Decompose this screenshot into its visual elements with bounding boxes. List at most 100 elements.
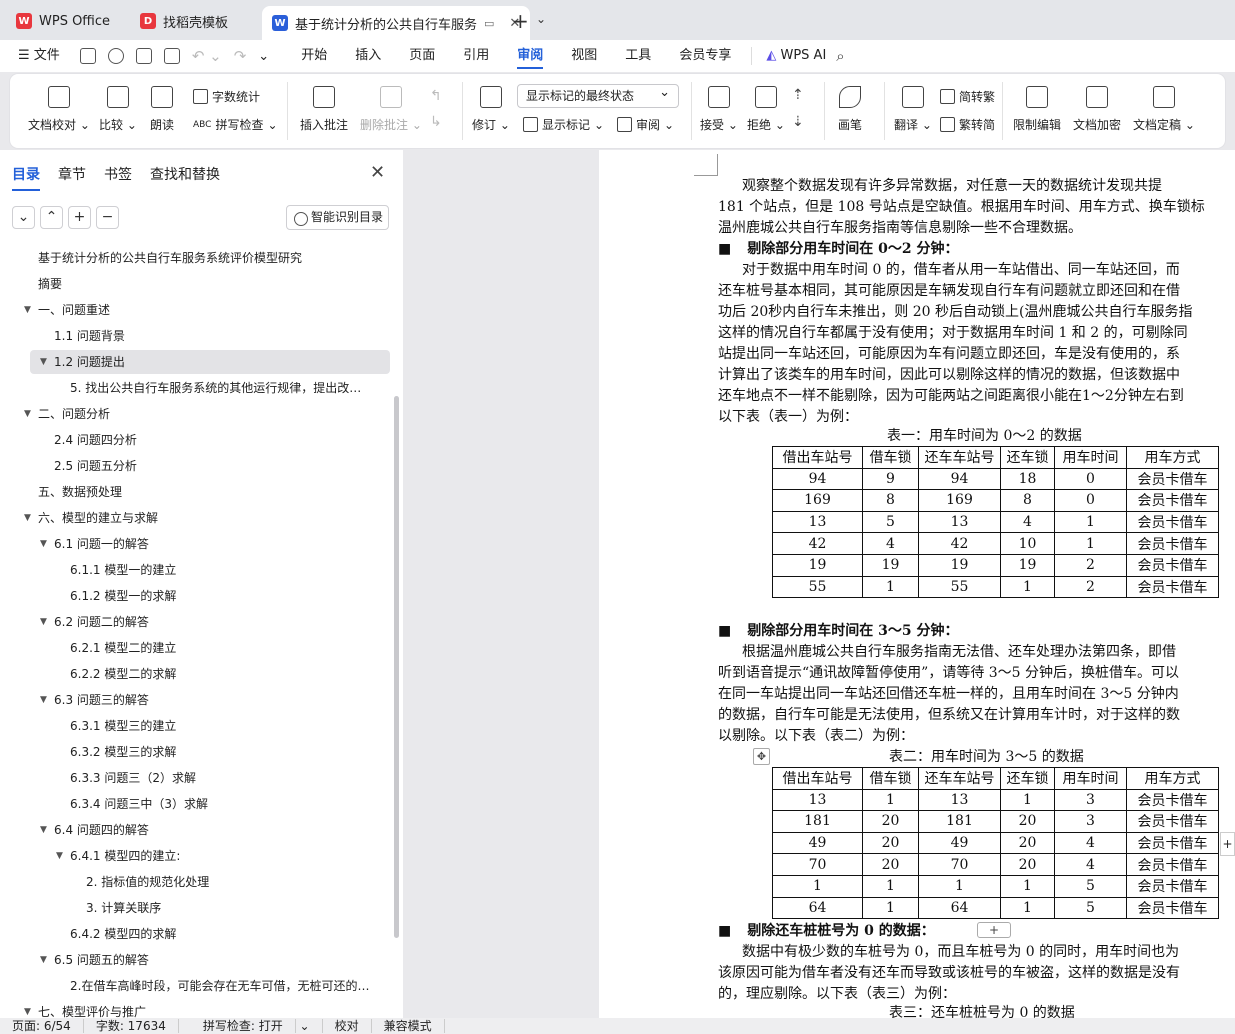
insert-comment-button[interactable]: 插入批注 [300,86,348,133]
toc-item[interactable]: 五、数据预处理 [0,480,390,504]
to-simplified-button[interactable]: 繁转简 [940,116,995,133]
expand-toggle-icon[interactable]: ▼ [40,818,47,842]
print-icon[interactable] [135,48,152,64]
tab-list-chevron-icon[interactable]: ⌄ [536,12,546,26]
read-aloud-button[interactable]: 朗读 [150,86,174,133]
smart-toc-button[interactable]: 智能识别目录 [286,205,389,230]
undo-icon[interactable]: ↶ ⌄ [192,47,222,65]
expand-all-icon[interactable]: ⌄ [12,206,35,229]
expand-toggle-icon[interactable]: ▼ [40,610,47,634]
toc-scrollbar[interactable] [394,396,399,938]
proof-status[interactable]: 校对 [323,1019,372,1033]
add-column-button[interactable]: + [1220,832,1235,856]
menu-references[interactable]: 引用 [449,40,503,72]
side-tab-bookmarks[interactable]: 书签 [104,164,132,191]
tab-wps-office[interactable]: W WPS Office [6,6,120,36]
toc-item[interactable]: 6.1.2 模型一的求解 [0,584,390,608]
toc-item[interactable]: 5. 找出公共自行车服务系统的其他运行规律，提出改进建议。 [0,376,390,400]
side-tab-chapters[interactable]: 章节 [58,164,86,191]
expand-toggle-icon[interactable]: ▼ [40,948,47,972]
toc-item[interactable]: 一、问题重述 [0,298,390,322]
toc-item[interactable]: 3. 计算关联序 [0,896,390,920]
prev-comment-icon[interactable]: ↰ [430,88,442,104]
translate-button[interactable]: 翻译 ⌄ [894,86,932,133]
to-traditional-button[interactable]: 简转繁 [940,88,995,105]
toc-item[interactable]: 6.3.2 模型三的求解 [0,740,390,764]
prev-change-icon[interactable]: ⇡ [792,87,804,103]
file-menu[interactable]: ☰ 文件 [0,40,74,72]
toc-item[interactable]: 6.3.4 问题三中（3）求解 [0,792,390,816]
expand-toggle-icon[interactable]: ▼ [40,532,47,556]
save-icon[interactable] [79,48,96,64]
review-pane-button[interactable]: 审阅 ⌄ [617,116,674,133]
add-heading-icon[interactable]: + [68,206,91,229]
toc-item[interactable]: 6.5 问题五的解答 [0,948,390,972]
expand-toggle-icon[interactable]: ▼ [40,688,47,712]
remove-heading-icon[interactable]: − [96,206,119,229]
next-change-icon[interactable]: ⇣ [792,114,804,130]
toc-item[interactable]: 六、模型的建立与求解 [0,506,390,530]
toc-item[interactable]: 6.3 问题三的解答 [0,688,390,712]
toc-item[interactable]: 二、问题分析 [0,402,390,426]
toc-item[interactable]: 6.1 问题一的解答 [0,532,390,556]
toc-item[interactable]: 6.3.1 模型三的建立 [0,714,390,738]
toc-item[interactable]: 基于统计分析的公共自行车服务系统评价模型研究 [0,246,390,270]
toc-item[interactable]: 2.4 问题四分析 [0,428,390,452]
more-chevron-icon[interactable]: ⌄ [258,49,269,64]
redo-icon[interactable]: ↷ [234,47,247,65]
expand-toggle-icon[interactable]: ▼ [24,298,31,322]
menu-tools[interactable]: 工具 [611,40,665,72]
page-indicator[interactable]: 页面: 6/54 [0,1019,84,1033]
toc-item[interactable]: 2.在借车高峰时段，可能会存在无车可借，无桩可还的情况。 [0,974,390,998]
spell-check-button[interactable]: ABC 拼写检查 ⌄ [193,116,278,133]
menu-start[interactable]: 开始 [287,40,341,72]
add-row-button[interactable]: + [977,922,1011,938]
table-move-handle-icon[interactable]: ✥ [753,748,770,765]
toc-item[interactable]: 6.4 问题四的解答 [0,818,390,842]
collapse-all-icon[interactable]: ⌃ [40,206,63,229]
menu-insert[interactable]: 插入 [341,40,395,72]
menu-review[interactable]: 审阅 [503,40,557,72]
toc-item[interactable]: 2.5 问题五分析 [0,454,390,478]
doc-finalize-button[interactable]: 文档定稿 ⌄ [1133,86,1195,133]
pen-button[interactable]: 画笔 [838,86,862,133]
expand-toggle-icon[interactable]: ▼ [24,402,31,426]
toc-item[interactable]: 2. 指标值的规范化处理 [0,870,390,894]
toc-item[interactable]: 摘要 [0,272,390,296]
toc-item[interactable]: 6.1.1 模型一的建立 [0,558,390,582]
next-comment-icon[interactable]: ↳ [430,114,442,130]
tab-current-document[interactable]: W 基于统计分析的公共自行车服务 ▭ ✕ [262,6,531,40]
toc-item[interactable]: 6.2 问题二的解答 [0,610,390,634]
toc-item[interactable]: 6.4.2 模型四的求解 [0,922,390,946]
link-icon[interactable] [107,48,124,64]
side-tab-find-replace[interactable]: 查找和替换 [150,164,220,191]
accept-button[interactable]: 接受 ⌄ [700,86,738,133]
markup-state-select[interactable]: 显示标记的最终状态 [517,82,679,108]
menu-page[interactable]: 页面 [395,40,449,72]
doc-check-button[interactable]: 文档校对 ⌄ [28,86,90,133]
menu-member[interactable]: 会员专享 [665,40,745,72]
revise-button[interactable]: 修订 ⌄ [472,86,510,133]
reject-button[interactable]: 拒绝 ⌄ [747,86,785,133]
expand-toggle-icon[interactable]: ▼ [24,506,31,530]
expand-toggle-icon[interactable]: ▼ [40,350,47,374]
toc-item[interactable]: 6.2.2 模型二的求解 [0,662,390,686]
show-markup-button[interactable]: 显示标记 ⌄ [523,116,604,133]
delete-comment-button[interactable]: 删除批注 ⌄ [360,86,422,133]
compare-button[interactable]: 比较 ⌄ [99,86,137,133]
wps-ai-button[interactable]: ◭ WPS AI [758,40,840,72]
toc-item[interactable]: 6.3.3 问题三（2）求解 [0,766,390,790]
expand-toggle-icon[interactable]: ▼ [56,844,63,868]
restrict-edit-button[interactable]: 限制编辑 [1013,86,1061,133]
toc-item[interactable]: 1.2 问题提出 [30,350,390,374]
new-tab-plus-icon[interactable]: + [512,9,529,33]
menu-view[interactable]: 视图 [557,40,611,72]
toc-item[interactable]: 6.2.1 模型二的建立 [0,636,390,660]
doc-encrypt-button[interactable]: 文档加密 [1073,86,1121,133]
print-preview-icon[interactable] [163,48,180,64]
word-count-button[interactable]: 字数统计 [193,88,260,105]
close-pane-icon[interactable]: ✕ [370,162,385,183]
toc-item[interactable]: 1.1 问题背景 [0,324,390,348]
word-count-status[interactable]: 字数: 17634 [84,1019,179,1033]
spell-check-status[interactable]: 拼写检查: 打开 ⌄ [179,1019,323,1033]
